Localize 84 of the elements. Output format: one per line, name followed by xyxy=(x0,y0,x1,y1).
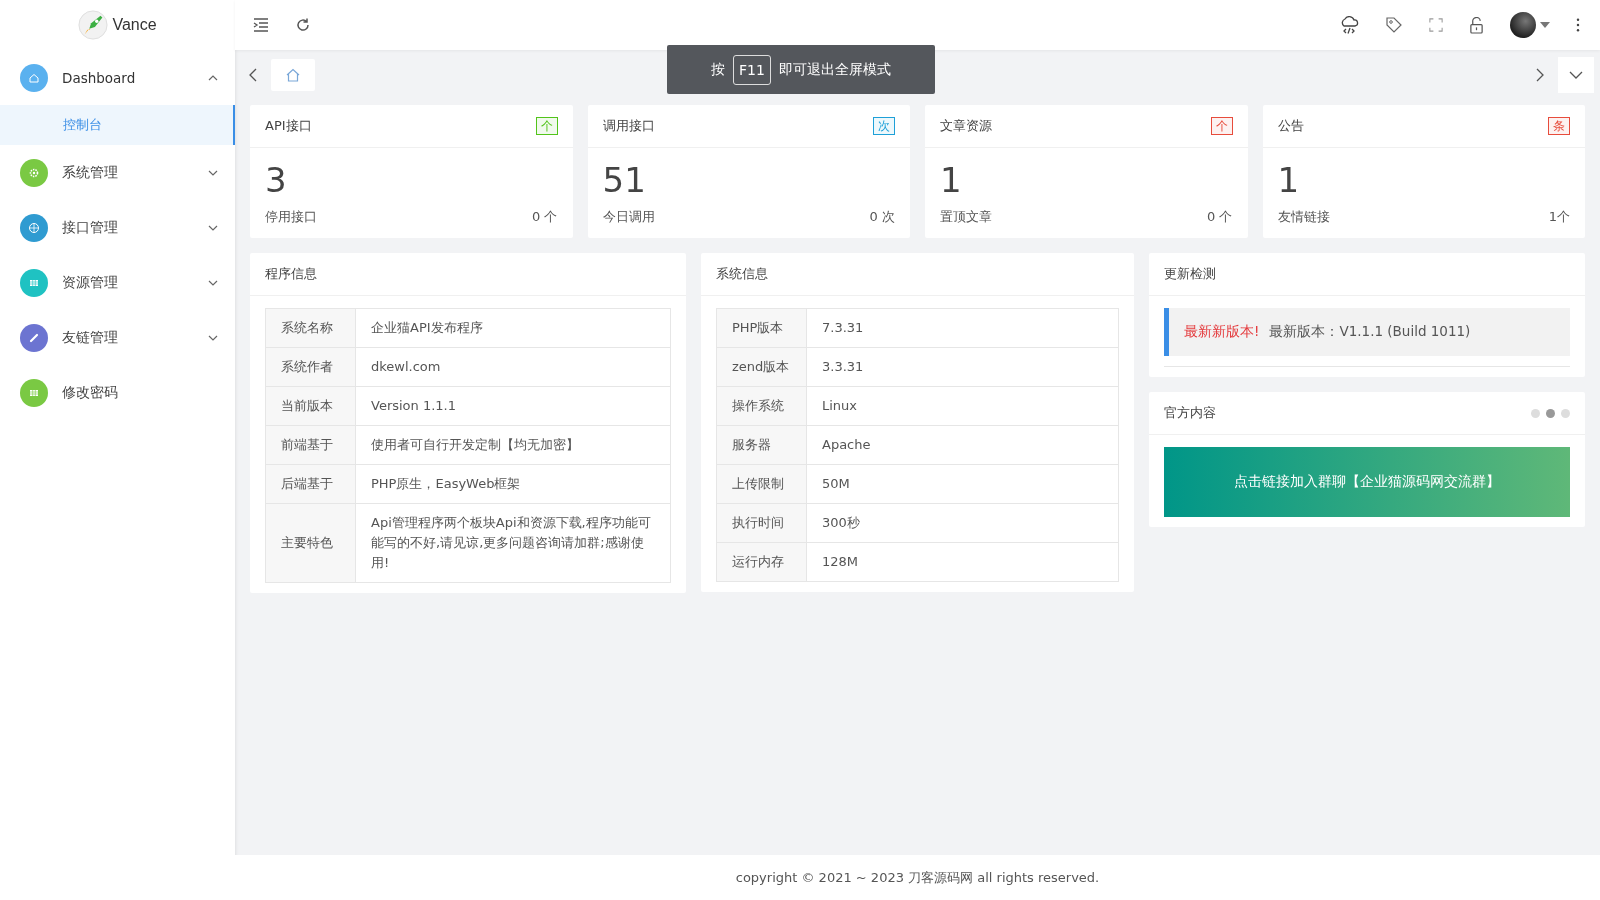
chevron-left-icon[interactable] xyxy=(249,68,257,82)
panel-title: 系统信息 xyxy=(701,253,1134,296)
table-cell: dkewl.com xyxy=(355,347,671,387)
sidebar-item[interactable]: 资源管理 xyxy=(0,255,235,310)
table-cell: 执行时间 xyxy=(716,503,807,543)
chevron-icon xyxy=(208,169,218,176)
table-cell: 300秒 xyxy=(806,503,1119,543)
table-cell: 50M xyxy=(806,464,1119,504)
table-cell: 使用者可自行开发定制【均无加密】 xyxy=(355,425,671,465)
cloud-code-icon[interactable] xyxy=(1339,16,1359,34)
table-cell: Linux xyxy=(806,386,1119,426)
card-title: 调用接口 xyxy=(602,117,655,135)
panel-title: 程序信息 xyxy=(250,253,686,296)
chevron-icon xyxy=(208,74,218,81)
chevron-icon xyxy=(208,279,218,286)
unit-tag: 个 xyxy=(1210,117,1233,135)
panel-title: 官方内容 xyxy=(1164,404,1216,422)
toast-text: 即可退出全屏模式 xyxy=(778,60,891,79)
rocket-logo-icon xyxy=(78,10,109,40)
chevron-icon xyxy=(208,224,218,231)
update-text: 最新版本：V1.1.1 (Build 1011) xyxy=(1269,323,1471,341)
sidebar-item[interactable]: 友链管理 xyxy=(0,310,235,365)
table-cell: zend版本 xyxy=(716,347,807,387)
card-title: 公告 xyxy=(1277,117,1304,135)
carousel-dot[interactable] xyxy=(1546,408,1555,418)
footer-text: copyright © 2021 ~ 2023 刀客源码网 all rights reserved. xyxy=(235,855,1600,900)
table-cell: Apache xyxy=(806,425,1119,465)
stat-count: 1个 xyxy=(1548,208,1570,226)
table-cell: PHP版本 xyxy=(716,308,807,348)
table-cell: Api管理程序两个板块Api和资源下载,程序功能可能写的不好,请见谅,更多问题咨询请加群;感谢使用! xyxy=(355,503,671,583)
stat-value: 1 xyxy=(940,159,963,202)
home-icon xyxy=(285,67,301,83)
table-cell: 后端基于 xyxy=(265,464,356,504)
key-badge: F11 xyxy=(733,54,771,85)
tag-icon[interactable] xyxy=(1385,16,1403,34)
carousel-dot[interactable] xyxy=(1531,408,1540,418)
stat-label: 置顶文章 xyxy=(940,208,992,226)
sidebar-item[interactable]: 接口管理 xyxy=(0,200,235,255)
table-cell: Version 1.1.1 xyxy=(355,386,671,426)
table-cell: PHP原生，EasyWeb框架 xyxy=(355,464,671,504)
chevron-right-icon[interactable] xyxy=(1536,68,1544,82)
stat-count: 0 个 xyxy=(532,208,558,226)
table-cell: 128M xyxy=(806,542,1119,582)
refresh-icon[interactable] xyxy=(295,17,311,33)
carousel-dot[interactable] xyxy=(1561,408,1570,418)
table-cell: 系统名称 xyxy=(265,308,356,348)
table-cell: 系统作者 xyxy=(265,347,356,387)
stat-label: 停用接口 xyxy=(265,208,317,226)
table-cell: 上传限制 xyxy=(716,464,807,504)
lock-icon[interactable] xyxy=(1469,16,1484,34)
caret-icon[interactable] xyxy=(1540,22,1550,28)
table-cell: 7.3.31 xyxy=(806,308,1119,348)
stat-value: 3 xyxy=(265,159,288,202)
toast-text: 按 xyxy=(711,60,726,79)
table-cell: 运行内存 xyxy=(716,542,807,582)
table-cell: 前端基于 xyxy=(265,425,356,465)
sidebar-item[interactable]: Dashboard xyxy=(0,50,235,105)
table-cell: 操作系统 xyxy=(716,386,807,426)
stat-count: 0 个 xyxy=(1207,208,1233,226)
card-title: API接口 xyxy=(265,117,312,135)
sidebar-item[interactable]: 系统管理 xyxy=(0,145,235,200)
table-cell: 3.3.31 xyxy=(806,347,1119,387)
stat-label: 友情链接 xyxy=(1277,208,1330,226)
table-cell: 服务器 xyxy=(716,425,807,465)
table-cell: 当前版本 xyxy=(265,386,356,426)
menu-icon[interactable] xyxy=(253,18,269,32)
card-title: 文章资源 xyxy=(940,117,992,135)
sidebar-item[interactable]: 修改密码 xyxy=(0,365,235,420)
table-cell: 企业猫API发布程序 xyxy=(355,308,671,348)
chevron-icon xyxy=(208,334,218,341)
chevron-down-icon xyxy=(1569,71,1583,79)
stat-label: 今日调用 xyxy=(602,208,655,226)
unit-tag: 次 xyxy=(873,117,895,135)
brand-name: Vance xyxy=(112,16,157,34)
stat-count: 0 次 xyxy=(869,208,895,226)
panel-title: 更新检测 xyxy=(1149,253,1585,296)
more-icon[interactable] xyxy=(1576,18,1580,32)
table-cell: 主要特色 xyxy=(265,503,356,583)
stat-value: 51 xyxy=(602,159,647,202)
update-highlight: 最新新版本! xyxy=(1184,323,1260,341)
unit-tag: 条 xyxy=(1548,117,1570,135)
unit-tag: 个 xyxy=(535,117,558,135)
stat-value: 1 xyxy=(1277,159,1301,202)
avatar[interactable] xyxy=(1510,12,1536,38)
